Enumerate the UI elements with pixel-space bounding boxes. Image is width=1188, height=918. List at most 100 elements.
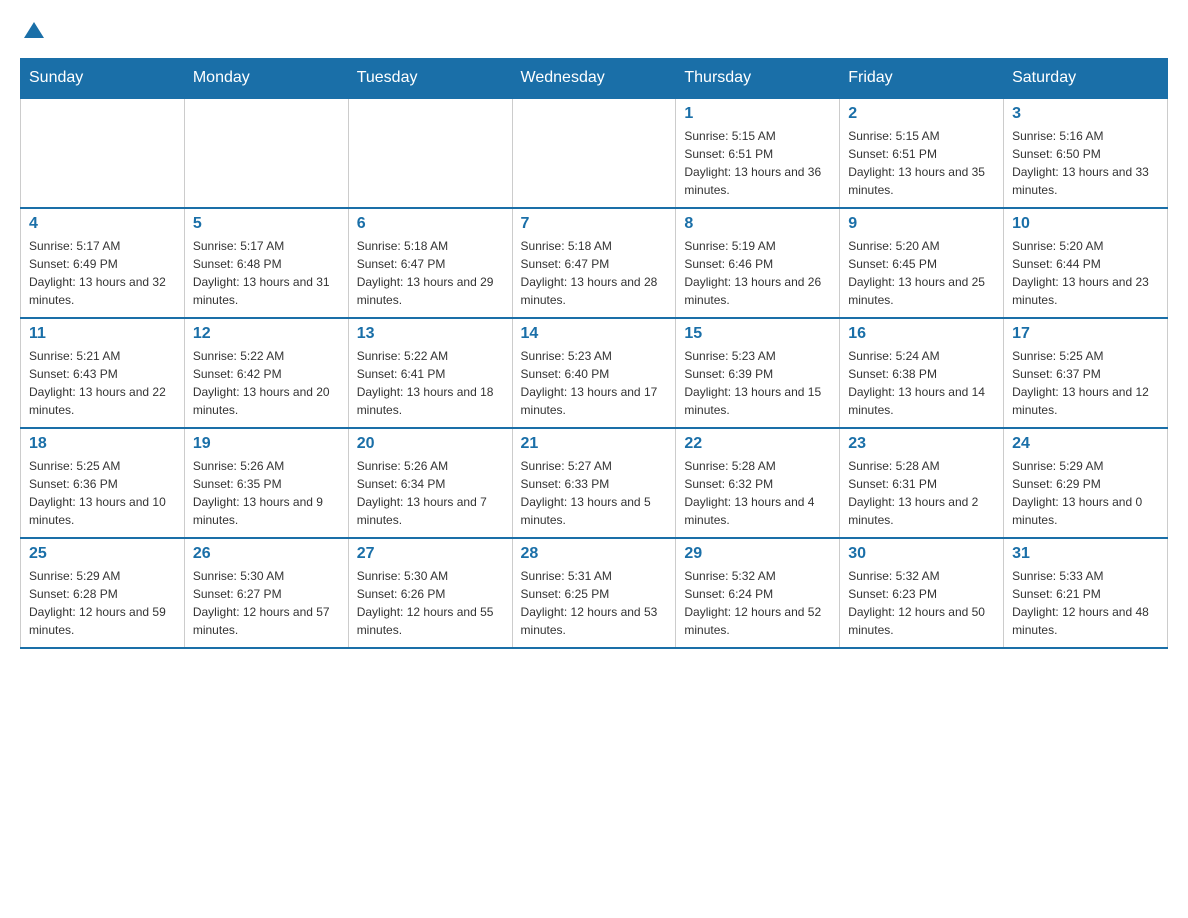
day-number: 6 (357, 215, 504, 233)
calendar-cell: 23 Sunrise: 5:28 AMSunset: 6:31 PMDayligh… (840, 428, 1004, 538)
day-info: Sunrise: 5:28 AMSunset: 6:31 PMDaylight:… (848, 457, 995, 529)
day-of-week-header: Friday (840, 59, 1004, 99)
day-number: 14 (521, 325, 668, 343)
day-info: Sunrise: 5:25 AMSunset: 6:37 PMDaylight:… (1012, 347, 1159, 419)
day-number: 20 (357, 435, 504, 453)
day-number: 26 (193, 545, 340, 563)
day-of-week-header: Sunday (21, 59, 185, 99)
calendar-cell: 10 Sunrise: 5:20 AMSunset: 6:44 PMDayligh… (1004, 208, 1168, 318)
calendar-cell: 17 Sunrise: 5:25 AMSunset: 6:37 PMDayligh… (1004, 318, 1168, 428)
calendar-cell: 6 Sunrise: 5:18 AMSunset: 6:47 PMDaylight… (348, 208, 512, 318)
day-number: 9 (848, 215, 995, 233)
calendar-cell: 25Sunrise: 5:29 AMSunset: 6:28 PMDayligh… (21, 538, 185, 648)
day-number: 16 (848, 325, 995, 343)
day-of-week-header: Saturday (1004, 59, 1168, 99)
calendar-header-row: SundayMondayTuesdayWednesdayThursdayFrid… (21, 59, 1168, 99)
day-info: Sunrise: 5:15 AMSunset: 6:51 PMDaylight:… (848, 127, 995, 199)
day-info: Sunrise: 5:15 AMSunset: 6:51 PMDaylight:… (684, 127, 831, 199)
day-info: Sunrise: 5:32 AMSunset: 6:24 PMDaylight:… (684, 567, 831, 639)
calendar-cell: 12 Sunrise: 5:22 AMSunset: 6:42 PMDayligh… (184, 318, 348, 428)
calendar-cell: 2 Sunrise: 5:15 AMSunset: 6:51 PMDaylight… (840, 98, 1004, 208)
day-info: Sunrise: 5:18 AMSunset: 6:47 PMDaylight:… (357, 237, 504, 309)
day-number: 22 (684, 435, 831, 453)
day-info: Sunrise: 5:26 AMSunset: 6:35 PMDaylight:… (193, 457, 340, 529)
day-info: Sunrise: 5:17 AMSunset: 6:49 PMDaylight:… (29, 237, 176, 309)
calendar-cell: 15 Sunrise: 5:23 AMSunset: 6:39 PMDayligh… (676, 318, 840, 428)
day-number: 23 (848, 435, 995, 453)
day-info: Sunrise: 5:28 AMSunset: 6:32 PMDaylight:… (684, 457, 831, 529)
calendar-cell: 20 Sunrise: 5:26 AMSunset: 6:34 PMDayligh… (348, 428, 512, 538)
calendar-cell: 3 Sunrise: 5:16 AMSunset: 6:50 PMDaylight… (1004, 98, 1168, 208)
day-info: Sunrise: 5:24 AMSunset: 6:38 PMDaylight:… (848, 347, 995, 419)
calendar-week-row: 4 Sunrise: 5:17 AMSunset: 6:49 PMDaylight… (21, 208, 1168, 318)
day-info: Sunrise: 5:22 AMSunset: 6:41 PMDaylight:… (357, 347, 504, 419)
day-number: 7 (521, 215, 668, 233)
day-number: 1 (684, 105, 831, 123)
day-info: Sunrise: 5:25 AMSunset: 6:36 PMDaylight:… (29, 457, 176, 529)
day-number: 3 (1012, 105, 1159, 123)
calendar-cell: 5 Sunrise: 5:17 AMSunset: 6:48 PMDaylight… (184, 208, 348, 318)
day-info: Sunrise: 5:23 AMSunset: 6:40 PMDaylight:… (521, 347, 668, 419)
day-info: Sunrise: 5:23 AMSunset: 6:39 PMDaylight:… (684, 347, 831, 419)
calendar-cell: 22 Sunrise: 5:28 AMSunset: 6:32 PMDayligh… (676, 428, 840, 538)
day-info: Sunrise: 5:22 AMSunset: 6:42 PMDaylight:… (193, 347, 340, 419)
calendar-cell: 24 Sunrise: 5:29 AMSunset: 6:29 PMDayligh… (1004, 428, 1168, 538)
calendar-cell: 4 Sunrise: 5:17 AMSunset: 6:49 PMDaylight… (21, 208, 185, 318)
calendar-cell: 13 Sunrise: 5:22 AMSunset: 6:41 PMDayligh… (348, 318, 512, 428)
calendar-cell: 18 Sunrise: 5:25 AMSunset: 6:36 PMDayligh… (21, 428, 185, 538)
calendar-cell (21, 98, 185, 208)
day-number: 10 (1012, 215, 1159, 233)
day-info: Sunrise: 5:31 AMSunset: 6:25 PMDaylight:… (521, 567, 668, 639)
day-number: 12 (193, 325, 340, 343)
day-number: 11 (29, 325, 176, 343)
day-info: Sunrise: 5:17 AMSunset: 6:48 PMDaylight:… (193, 237, 340, 309)
day-number: 5 (193, 215, 340, 233)
day-info: Sunrise: 5:26 AMSunset: 6:34 PMDaylight:… (357, 457, 504, 529)
day-info: Sunrise: 5:18 AMSunset: 6:47 PMDaylight:… (521, 237, 668, 309)
day-of-week-header: Thursday (676, 59, 840, 99)
calendar-cell (184, 98, 348, 208)
calendar-cell (348, 98, 512, 208)
day-number: 27 (357, 545, 504, 563)
calendar-cell: 27 Sunrise: 5:30 AMSunset: 6:26 PMDayligh… (348, 538, 512, 648)
day-info: Sunrise: 5:21 AMSunset: 6:43 PMDaylight:… (29, 347, 176, 419)
calendar-cell: 9 Sunrise: 5:20 AMSunset: 6:45 PMDaylight… (840, 208, 1004, 318)
day-number: 28 (521, 545, 668, 563)
day-info: Sunrise: 5:19 AMSunset: 6:46 PMDaylight:… (684, 237, 831, 309)
calendar-cell: 8Sunrise: 5:19 AMSunset: 6:46 PMDaylight… (676, 208, 840, 318)
calendar-cell: 16 Sunrise: 5:24 AMSunset: 6:38 PMDayligh… (840, 318, 1004, 428)
calendar-cell: 19Sunrise: 5:26 AMSunset: 6:35 PMDayligh… (184, 428, 348, 538)
calendar-week-row: 11 Sunrise: 5:21 AMSunset: 6:43 PMDayligh… (21, 318, 1168, 428)
day-number: 25 (29, 545, 176, 563)
day-number: 21 (521, 435, 668, 453)
calendar-cell: 11 Sunrise: 5:21 AMSunset: 6:43 PMDayligh… (21, 318, 185, 428)
day-number: 30 (848, 545, 995, 563)
logo (20, 20, 44, 38)
day-number: 17 (1012, 325, 1159, 343)
day-number: 2 (848, 105, 995, 123)
day-info: Sunrise: 5:33 AMSunset: 6:21 PMDaylight:… (1012, 567, 1159, 639)
day-number: 4 (29, 215, 176, 233)
calendar-cell: 31Sunrise: 5:33 AMSunset: 6:21 PMDayligh… (1004, 538, 1168, 648)
calendar-cell: 28 Sunrise: 5:31 AMSunset: 6:25 PMDayligh… (512, 538, 676, 648)
calendar-week-row: 25Sunrise: 5:29 AMSunset: 6:28 PMDayligh… (21, 538, 1168, 648)
day-number: 18 (29, 435, 176, 453)
day-number: 15 (684, 325, 831, 343)
day-info: Sunrise: 5:29 AMSunset: 6:29 PMDaylight:… (1012, 457, 1159, 529)
day-of-week-header: Wednesday (512, 59, 676, 99)
page-header (20, 20, 1168, 38)
day-number: 13 (357, 325, 504, 343)
day-info: Sunrise: 5:30 AMSunset: 6:26 PMDaylight:… (357, 567, 504, 639)
day-number: 29 (684, 545, 831, 563)
day-info: Sunrise: 5:16 AMSunset: 6:50 PMDaylight:… (1012, 127, 1159, 199)
calendar-cell: 21Sunrise: 5:27 AMSunset: 6:33 PMDayligh… (512, 428, 676, 538)
calendar-cell: 1 Sunrise: 5:15 AMSunset: 6:51 PMDaylight… (676, 98, 840, 208)
day-info: Sunrise: 5:20 AMSunset: 6:44 PMDaylight:… (1012, 237, 1159, 309)
calendar-cell: 29 Sunrise: 5:32 AMSunset: 6:24 PMDayligh… (676, 538, 840, 648)
day-number: 24 (1012, 435, 1159, 453)
day-info: Sunrise: 5:20 AMSunset: 6:45 PMDaylight:… (848, 237, 995, 309)
calendar-cell: 7 Sunrise: 5:18 AMSunset: 6:47 PMDaylight… (512, 208, 676, 318)
calendar-cell: 14 Sunrise: 5:23 AMSunset: 6:40 PMDayligh… (512, 318, 676, 428)
calendar-cell: 26Sunrise: 5:30 AMSunset: 6:27 PMDayligh… (184, 538, 348, 648)
calendar-week-row: 1 Sunrise: 5:15 AMSunset: 6:51 PMDaylight… (21, 98, 1168, 208)
